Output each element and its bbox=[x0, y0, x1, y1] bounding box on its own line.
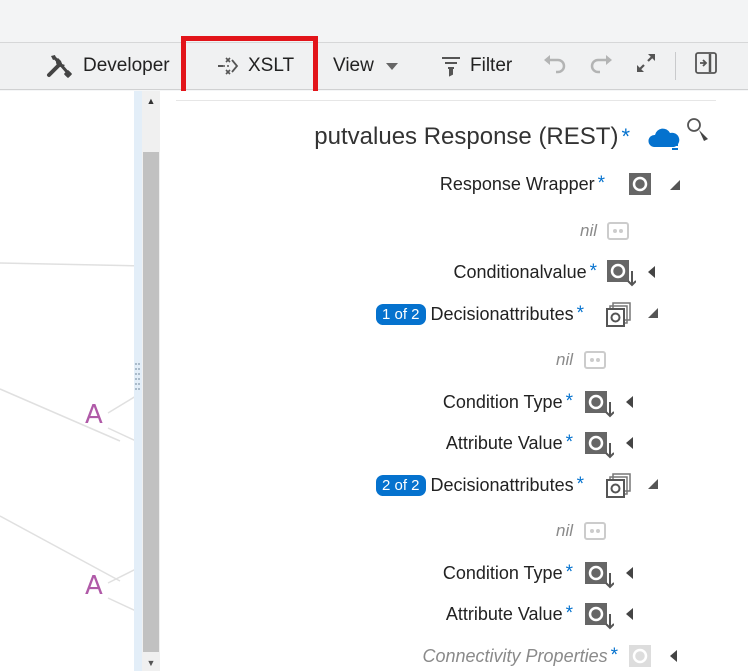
occurrence-badge: 1 of 2 bbox=[375, 303, 426, 325]
root-title-label: putvalues Response (REST) bbox=[314, 123, 619, 150]
scroll-down-arrow-icon[interactable]: ▼ bbox=[142, 655, 160, 671]
tree-node-decisionattributes-1[interactable]: 1 of 2 Decisionattributes * bbox=[375, 300, 584, 328]
element-node-icon bbox=[628, 172, 652, 201]
expand-corner-icon[interactable] bbox=[670, 180, 680, 190]
filter-button[interactable]: Filter bbox=[441, 43, 512, 89]
element-node-icon bbox=[606, 259, 637, 292]
element-node-icon bbox=[584, 390, 615, 423]
collapse-arrow-icon[interactable] bbox=[670, 650, 677, 662]
expand-icon bbox=[634, 51, 658, 81]
element-node-icon bbox=[584, 431, 615, 464]
occurrence-badge: 2 of 2 bbox=[375, 474, 426, 496]
xslt-label: XSLT bbox=[248, 55, 295, 76]
redo-button[interactable] bbox=[588, 43, 614, 89]
pane-splitter[interactable] bbox=[134, 91, 142, 671]
tree-node-attribute-value-1[interactable]: Attribute Value * bbox=[446, 429, 573, 457]
required-mark: * bbox=[621, 124, 630, 149]
search-icon[interactable] bbox=[686, 117, 712, 148]
nil-icon bbox=[584, 349, 606, 376]
tree-root-title[interactable]: putvalues Response (REST) * bbox=[314, 120, 630, 154]
function-node[interactable]: A bbox=[85, 571, 103, 601]
expand-corner-icon[interactable] bbox=[648, 308, 658, 318]
scroll-up-arrow-icon[interactable]: ▲ bbox=[142, 92, 160, 110]
view-caret-icon bbox=[385, 62, 398, 70]
tree-node-decisionattributes-2[interactable]: 2 of 2 Decisionattributes * bbox=[375, 471, 584, 499]
tree-node-response-wrapper[interactable]: Response Wrapper * bbox=[440, 170, 605, 198]
tree-node-nil: nil bbox=[579, 221, 597, 240]
tree-divider bbox=[176, 100, 716, 101]
toolbar-separator bbox=[675, 52, 676, 80]
tree-node-connectivity-properties[interactable]: Connectivity Properties * bbox=[423, 642, 619, 670]
tree-node-condition-type-1[interactable]: Condition Type * bbox=[443, 388, 573, 416]
collapse-arrow-icon[interactable] bbox=[626, 396, 633, 408]
expand-corner-icon[interactable] bbox=[648, 479, 658, 489]
collapse-arrow-icon[interactable] bbox=[626, 567, 633, 579]
function-node[interactable]: A bbox=[85, 400, 103, 430]
collection-node-icon bbox=[606, 473, 632, 504]
collapse-arrow-icon[interactable] bbox=[648, 266, 655, 278]
element-node-icon bbox=[584, 561, 615, 594]
developer-label: Developer bbox=[83, 55, 170, 76]
nil-icon bbox=[584, 520, 606, 547]
element-node-icon bbox=[584, 602, 615, 635]
view-menu[interactable]: View bbox=[333, 43, 398, 89]
tree-node-nil: nil bbox=[555, 350, 573, 369]
expand-button[interactable] bbox=[634, 43, 658, 89]
xslt-button[interactable]: XSLT bbox=[217, 43, 294, 89]
redo-icon bbox=[588, 52, 614, 80]
tree-node-attribute-value-2[interactable]: Attribute Value * bbox=[446, 600, 573, 628]
splitter-grip-icon bbox=[135, 363, 140, 390]
mapper-toolbar: Developer XSLT View Filter bbox=[0, 42, 748, 90]
panel-toggle-button[interactable] bbox=[694, 43, 718, 89]
tree-node-nil: nil bbox=[555, 521, 573, 540]
cloud-rest-icon bbox=[648, 123, 684, 160]
panel-toggle-icon bbox=[694, 51, 718, 81]
view-label: View bbox=[333, 55, 374, 76]
element-node-icon bbox=[628, 644, 652, 671]
nil-icon bbox=[607, 220, 629, 247]
xslt-icon bbox=[217, 55, 239, 77]
undo-icon bbox=[542, 52, 568, 80]
filter-label: Filter bbox=[470, 55, 513, 76]
top-bar bbox=[0, 0, 748, 42]
developer-button[interactable]: Developer bbox=[46, 43, 170, 89]
collapse-arrow-icon[interactable] bbox=[626, 437, 633, 449]
undo-button[interactable] bbox=[542, 43, 568, 89]
tree-node-condition-type-2[interactable]: Condition Type * bbox=[443, 559, 573, 587]
tree-node-conditionalvalue[interactable]: Conditionalvalue * bbox=[454, 258, 598, 286]
scroll-thumb[interactable] bbox=[143, 152, 159, 652]
collection-node-icon bbox=[606, 302, 632, 333]
filter-icon bbox=[441, 55, 461, 77]
collapse-arrow-icon[interactable] bbox=[626, 608, 633, 620]
developer-tools-icon bbox=[46, 53, 74, 79]
